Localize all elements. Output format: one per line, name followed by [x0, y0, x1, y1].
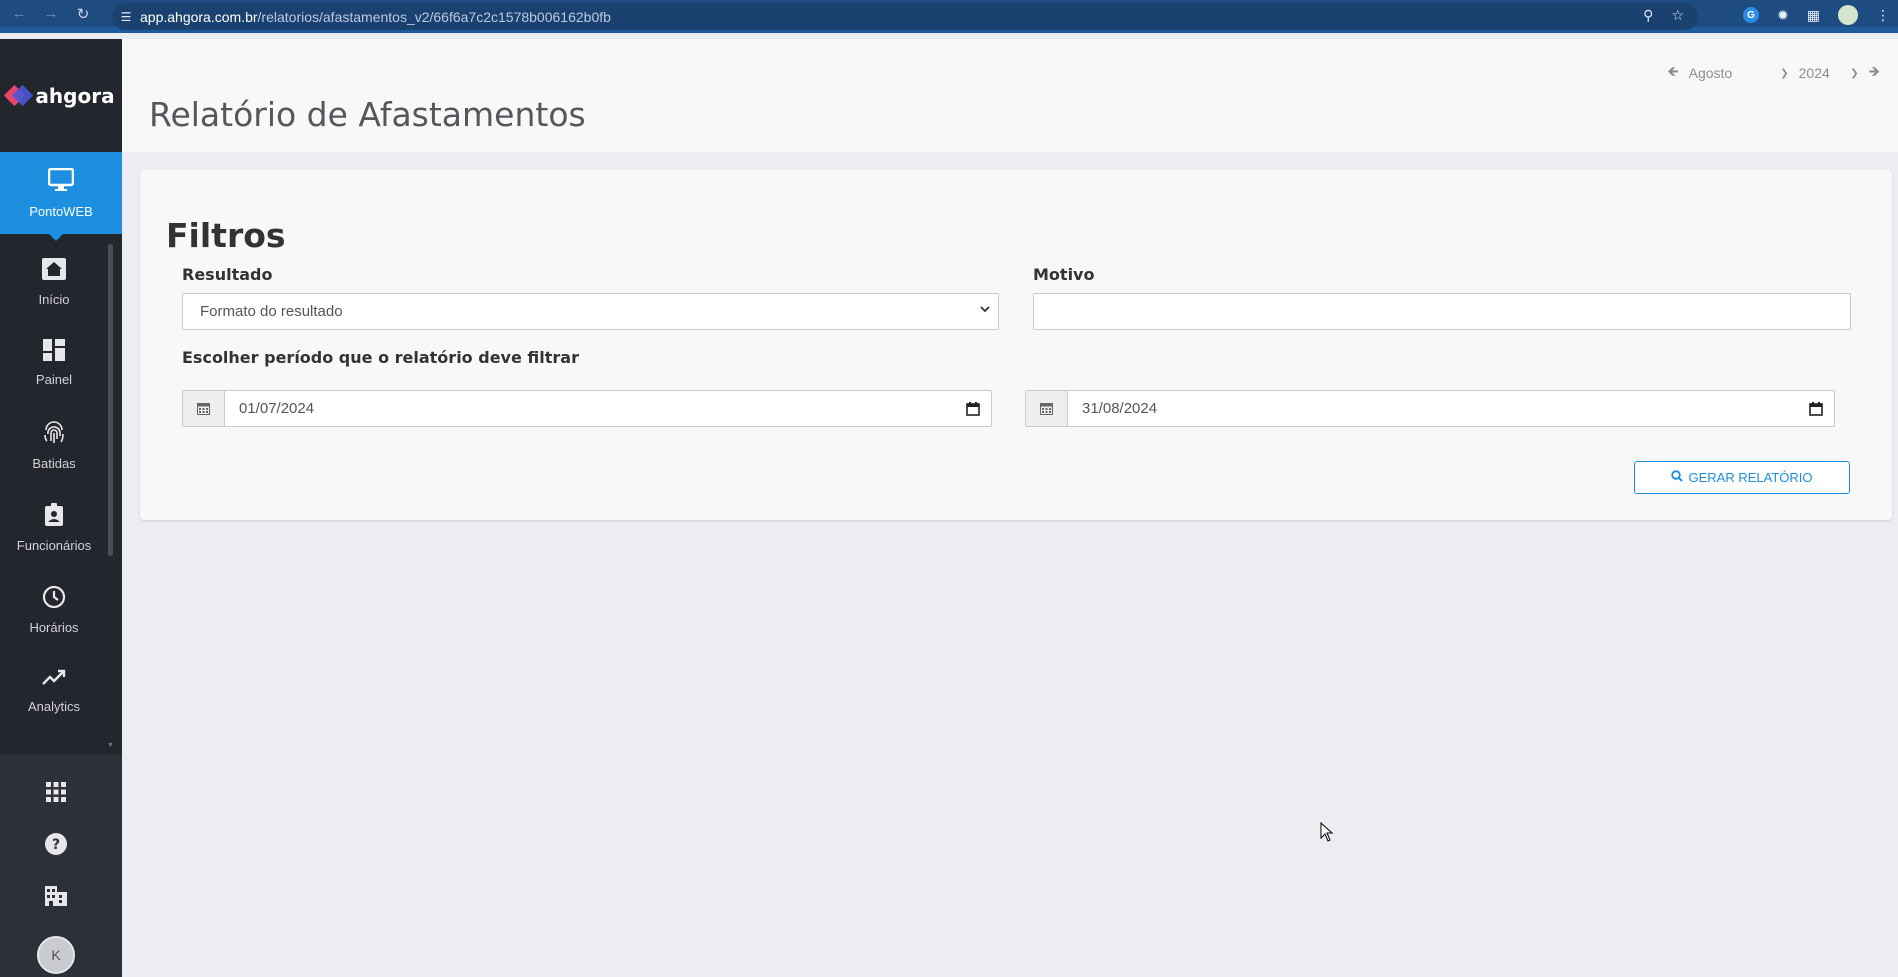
sidebar-item-inicio[interactable]: Início	[0, 243, 108, 325]
bookmark-star-icon[interactable]: ☆	[1671, 7, 1684, 24]
help-icon[interactable]: ?	[42, 830, 70, 858]
search-icon	[1671, 470, 1684, 485]
page-title: Relatório de Afastamentos	[149, 95, 586, 134]
end-date-field[interactable]: 31/08/2024	[1025, 390, 1835, 427]
sidebar-item-label: PontoWEB	[29, 204, 93, 219]
sidebar-item-batidas[interactable]: Batidas	[0, 407, 108, 489]
back-icon[interactable]: ←	[6, 1, 32, 27]
zoom-icon[interactable]: ⚲	[1643, 7, 1653, 24]
previous-period-icon[interactable]: 🡸	[1667, 61, 1678, 85]
end-date-value[interactable]: 31/08/2024	[1068, 391, 1798, 426]
sidebar-item-painel[interactable]: Painel	[0, 325, 108, 407]
date-picker-icon[interactable]	[955, 391, 991, 426]
result-label: Resultado	[182, 265, 273, 284]
apps-grid-icon[interactable]	[42, 778, 70, 806]
chevron-down-icon: ❯	[1780, 67, 1789, 79]
filters-panel: Filtros Resultado Formato do resultado M…	[140, 170, 1892, 520]
sidebar-item-label: Batidas	[32, 456, 76, 471]
dashboard-icon	[0, 339, 108, 368]
generate-report-button[interactable]: GERAR RELATÓRIO	[1634, 461, 1850, 494]
sidebar-item-pontoweb[interactable]: PontoWEB	[0, 152, 122, 241]
sidebar-item-label: Painel	[35, 372, 73, 387]
svg-text:?: ?	[52, 837, 60, 853]
reload-icon[interactable]: ↻	[70, 1, 96, 27]
sidebar-item-label: Funcionários	[16, 538, 92, 553]
sidebar-item-horarios[interactable]: Horários	[0, 571, 108, 653]
scroll-down-icon[interactable]: ▼	[107, 742, 114, 749]
chevron-down-icon	[980, 304, 990, 316]
sidebar-item-funcionarios[interactable]: Funcionários	[0, 489, 108, 571]
fingerprint-icon	[0, 421, 108, 452]
chevron-down-icon: ❯	[1850, 67, 1859, 79]
brand-logo[interactable]: ahgora	[0, 39, 122, 152]
logo-mark-icon	[4, 84, 34, 108]
extension-gear-icon[interactable]: ✹	[1777, 7, 1789, 24]
user-avatar[interactable]: K	[37, 936, 75, 974]
trend-icon	[0, 667, 108, 695]
result-format-select[interactable]: Formato do resultado	[182, 293, 999, 330]
browser-toolbar: ← → ↻ ☰ app.ahgora.com.br/relatorios/afa…	[0, 0, 1898, 33]
year-select[interactable]: 2024 ❯	[1799, 65, 1859, 81]
reason-input[interactable]	[1033, 293, 1851, 330]
sidebar-item-label: Analytics	[27, 699, 81, 714]
extensions-puzzle-icon[interactable]: ▦	[1807, 7, 1820, 24]
badge-icon	[0, 503, 108, 534]
clock-icon	[0, 585, 108, 616]
reason-label: Motivo	[1033, 265, 1095, 284]
filters-title: Filtros	[166, 216, 286, 255]
url-text: app.ahgora.com.br/relatorios/afastamento…	[140, 8, 611, 25]
home-icon	[0, 257, 108, 288]
page-header: Relatório de Afastamentos 🡸 Agosto ❯ 202…	[122, 39, 1898, 152]
address-bar[interactable]: ☰ app.ahgora.com.br/relatorios/afastamen…	[112, 3, 1698, 30]
sidebar-item-analytics[interactable]: Analytics	[0, 653, 108, 735]
profile-avatar-icon[interactable]	[1838, 5, 1858, 25]
forward-icon[interactable]: →	[38, 1, 64, 27]
start-date-value[interactable]: 01/07/2024	[225, 391, 955, 426]
date-picker-icon[interactable]	[1798, 391, 1834, 426]
start-date-field[interactable]: 01/07/2024	[182, 390, 992, 427]
next-period-icon[interactable]: 🡺	[1869, 61, 1880, 85]
sidebar: ahgora PontoWEB Início Painel Batidas Fu…	[0, 39, 122, 977]
extension-g-icon[interactable]: G	[1743, 7, 1760, 23]
sidebar-item-label: Início	[38, 292, 70, 307]
browser-menu-icon[interactable]: ⋮	[1876, 7, 1890, 24]
sidebar-scrollbar[interactable]	[108, 244, 113, 556]
month-select[interactable]: Agosto ❯	[1689, 65, 1789, 81]
period-label: Escolher período que o relatório deve fi…	[182, 348, 579, 367]
building-icon[interactable]	[42, 882, 70, 910]
period-selector: 🡸 Agosto ❯ 2024 ❯ 🡺	[1667, 61, 1880, 85]
mouse-cursor-icon	[1320, 822, 1334, 842]
site-settings-icon[interactable]: ☰	[112, 10, 140, 24]
sidebar-item-label: Horários	[29, 620, 79, 635]
monitor-icon	[0, 167, 122, 198]
calendar-icon	[183, 391, 225, 426]
calendar-icon	[1026, 391, 1068, 426]
